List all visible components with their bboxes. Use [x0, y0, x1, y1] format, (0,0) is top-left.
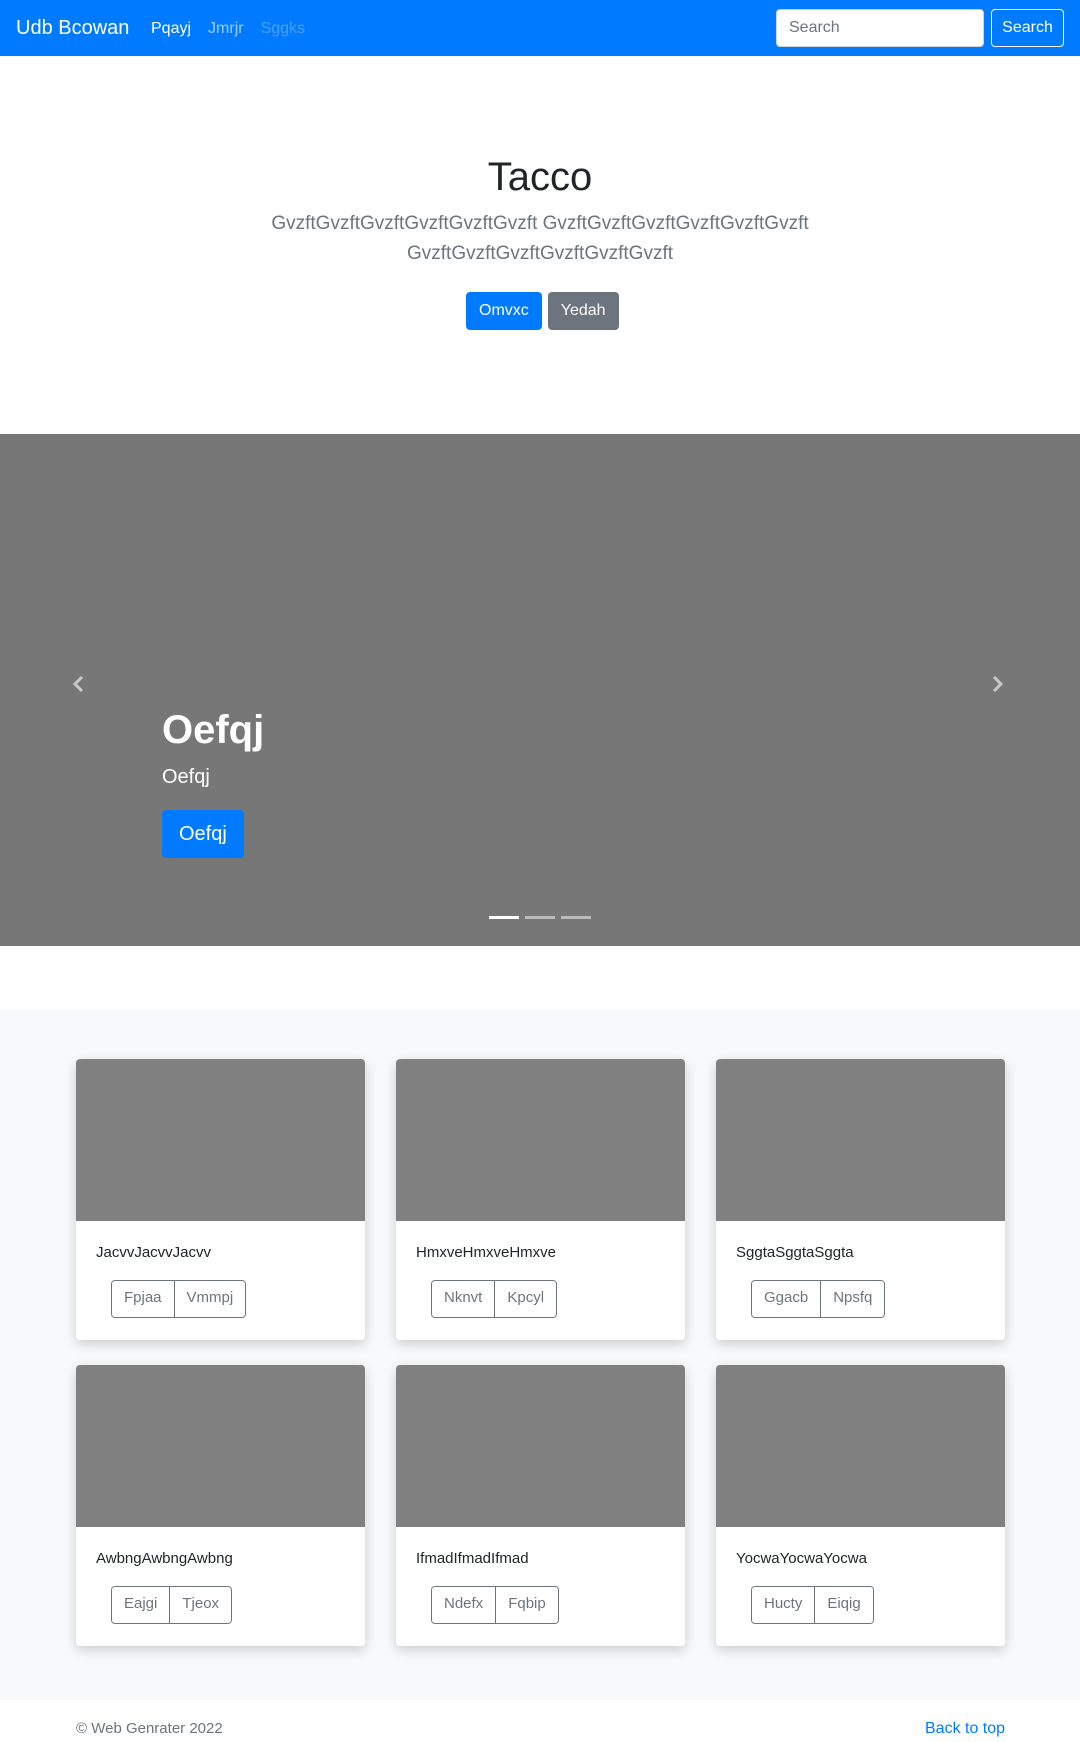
card-button-group: Fpjaa Vmmpj [111, 1280, 247, 1318]
navbar: Udb Bcowan Pqayj Jmrjr Sggks Search [0, 0, 1080, 56]
brand-link[interactable]: Udb Bcowan [16, 15, 129, 41]
chevron-left-icon [72, 675, 84, 693]
card: SggtaSggtaSggta Ggacb Npsfq [716, 1059, 1005, 1340]
carousel-indicators [489, 916, 591, 919]
card: JacvvJacvvJacvv Fpjaa Vmmpj [76, 1059, 365, 1340]
card-button[interactable]: Ggacb [752, 1281, 821, 1317]
card-image-placeholder [716, 1365, 1005, 1527]
card-button[interactable]: Eiqig [814, 1587, 873, 1623]
card-text: YocwaYocwaYocwa [736, 1550, 867, 1567]
carousel-caption-text: Oefqj [162, 766, 210, 788]
hero-buttons: Omvxc Yedah [466, 292, 619, 330]
search-input[interactable] [776, 9, 984, 47]
card-button[interactable]: Fqbip [495, 1587, 558, 1623]
carousel: Oefqj Oefqj Oefqj [0, 434, 1080, 946]
hero-title: Tacco [487, 155, 593, 199]
card-button[interactable]: Vmmpj [173, 1281, 246, 1317]
card-image-placeholder [716, 1059, 1005, 1221]
card-button[interactable]: Fpjaa [112, 1281, 174, 1317]
chevron-right-icon [992, 675, 1004, 693]
card: HmxveHmxveHmxve Nknvt Kpcyl [396, 1059, 685, 1340]
carousel-indicator[interactable] [561, 916, 591, 919]
search-button[interactable]: Search [991, 9, 1064, 47]
card-text: IfmadIfmadIfmad [416, 1550, 529, 1567]
card: AwbngAwbngAwbng Eajgi Tjeox [76, 1365, 365, 1646]
carousel-indicator[interactable] [525, 916, 555, 919]
hero-lead: GvzftGvzftGvzftGvzftGvzftGvzft GvzftGvzf… [271, 213, 809, 264]
hero-primary-button[interactable]: Omvxc [466, 292, 542, 330]
card-button-group: Ndefx Fqbip [431, 1586, 559, 1624]
back-to-top-link[interactable]: Back to top [925, 1719, 1005, 1739]
carousel-prev-control[interactable] [69, 674, 93, 704]
card-text: SggtaSggtaSggta [736, 1244, 854, 1261]
nav-link-pqayj[interactable]: Pqayj [151, 18, 191, 40]
nav-links: Pqayj Jmrjr Sggks [151, 18, 322, 40]
card-text: JacvvJacvvJacvv [96, 1244, 212, 1261]
card-button[interactable]: Ndefx [432, 1587, 496, 1623]
card-image-placeholder [76, 1059, 365, 1221]
card-button-group: Hucty Eiqig [751, 1586, 874, 1624]
carousel-indicator[interactable] [489, 916, 519, 919]
footer-copyright: © Web Genrater 2022 [76, 1720, 223, 1737]
card-image-placeholder [76, 1365, 365, 1527]
card: IfmadIfmadIfmad Ndefx Fqbip [396, 1365, 685, 1646]
card-button-group: Ggacb Npsfq [751, 1280, 886, 1318]
nav-link-sggks: Sggks [260, 20, 306, 37]
hero-secondary-button[interactable]: Yedah [547, 292, 619, 330]
carousel-caption-title: Oefqj [162, 708, 265, 752]
card-button-group: Eajgi Tjeox [111, 1586, 233, 1624]
card-button[interactable]: Tjeox [169, 1587, 232, 1623]
card-button-group: Nknvt Kpcyl [431, 1280, 558, 1318]
card-image-placeholder [396, 1059, 685, 1221]
card: YocwaYocwaYocwa Hucty Eiqig [716, 1365, 1005, 1646]
nav-link-jmrjr[interactable]: Jmrjr [208, 18, 244, 40]
card-text: HmxveHmxveHmxve [416, 1244, 557, 1261]
album-section: JacvvJacvvJacvv Fpjaa Vmmpj HmxveHmxveHm… [0, 1010, 1080, 1700]
card-button[interactable]: Kpcyl [494, 1281, 557, 1317]
card-button[interactable]: Nknvt [432, 1281, 495, 1317]
card-text: AwbngAwbngAwbng [96, 1550, 233, 1567]
card-button[interactable]: Hucty [752, 1587, 815, 1623]
card-button[interactable]: Eajgi [112, 1587, 170, 1623]
carousel-next-control[interactable] [987, 674, 1011, 704]
card-image-placeholder [396, 1365, 685, 1527]
carousel-caption-button[interactable]: Oefqj [162, 810, 244, 858]
card-button[interactable]: Npsfq [820, 1281, 885, 1317]
